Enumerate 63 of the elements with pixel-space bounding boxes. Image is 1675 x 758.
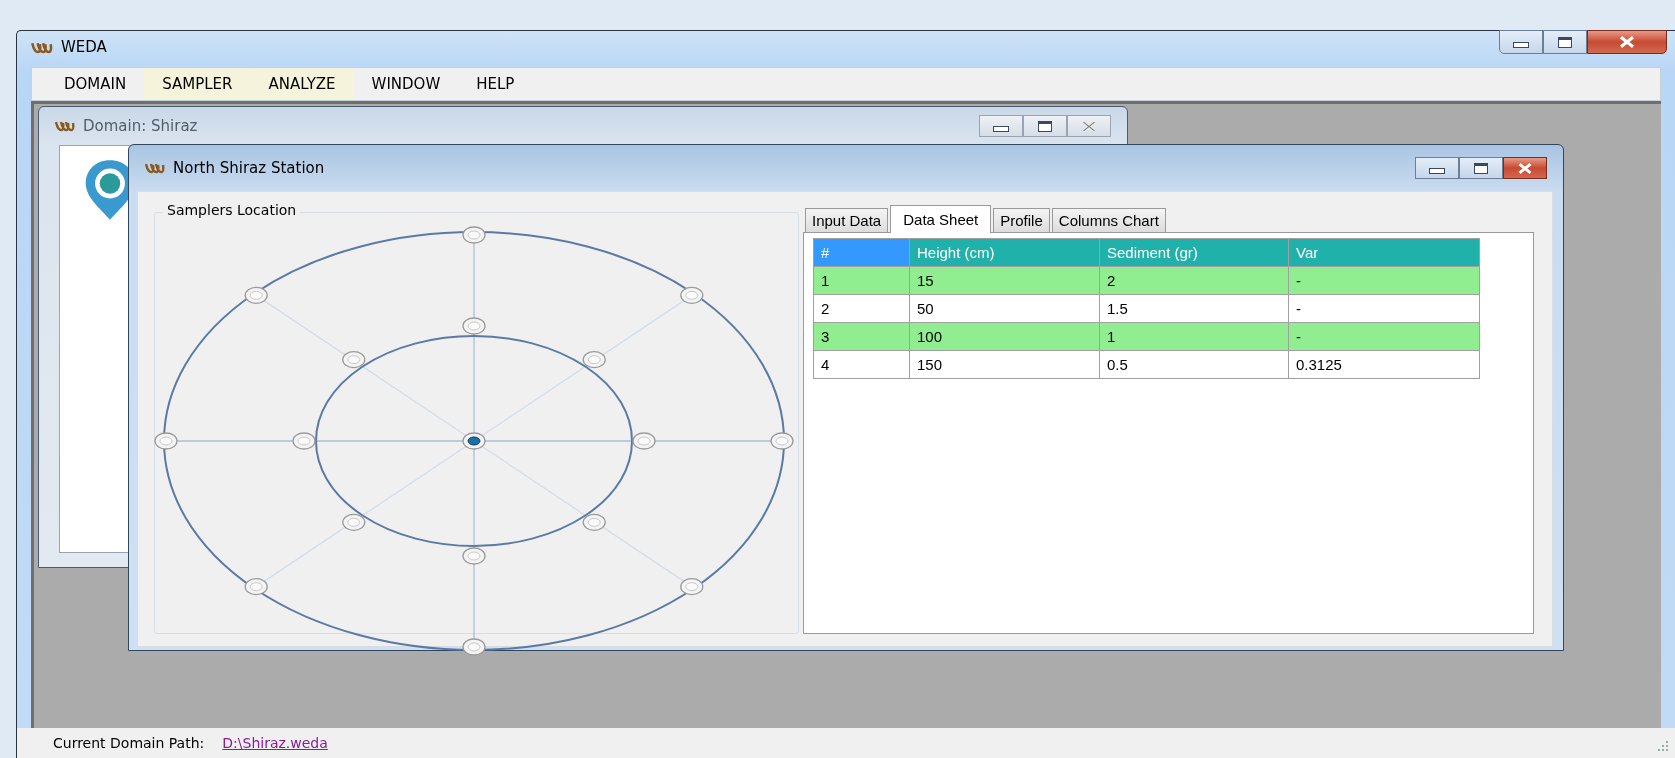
sampler-radio[interactable] — [680, 578, 704, 596]
menu-item[interactable]: HELP — [458, 68, 533, 100]
table-cell: 15 — [909, 266, 1100, 295]
close-icon — [1081, 120, 1097, 132]
table-cell: 3 — [813, 322, 910, 351]
close-button[interactable] — [1503, 157, 1547, 179]
group-title: Samplers Location — [163, 202, 301, 218]
window-title: WEDA — [61, 38, 107, 56]
close-icon — [1618, 36, 1636, 48]
table-cell: 1.5 — [1099, 294, 1289, 323]
app-logo-icon — [145, 162, 165, 174]
menu-item[interactable]: ANALYZE — [250, 68, 354, 100]
tab[interactable]: Input Data — [805, 208, 889, 232]
sampler-radio[interactable] — [680, 286, 704, 304]
table-cell: 4 — [813, 350, 910, 379]
table-cell: 0.3125 — [1288, 350, 1480, 379]
table-cell: 1 — [1099, 322, 1289, 351]
tab[interactable]: Data Sheet — [890, 205, 992, 233]
maximize-button[interactable] — [1459, 157, 1503, 179]
sampler-radio[interactable] — [292, 432, 316, 450]
resize-grip-icon — [1657, 740, 1669, 752]
sampler-radio[interactable] — [342, 513, 366, 531]
sampler-radio[interactable] — [462, 226, 486, 244]
table-cell: 150 — [909, 350, 1100, 379]
sampler-radio[interactable] — [770, 432, 794, 450]
sampler-radio[interactable] — [462, 432, 486, 450]
app-logo-icon — [31, 40, 53, 54]
sampler-radio[interactable] — [632, 432, 656, 450]
app-logo-icon — [55, 120, 75, 132]
sampler-radio[interactable] — [154, 432, 178, 450]
sampler-radio[interactable] — [582, 351, 606, 369]
sampler-radio[interactable] — [244, 578, 268, 596]
window-title: Domain: Shiraz — [83, 117, 198, 135]
menu-item[interactable]: WINDOW — [353, 68, 459, 100]
sampler-radio[interactable] — [462, 547, 486, 565]
minimize-button[interactable] — [1415, 157, 1459, 179]
sampler-radio[interactable] — [582, 513, 606, 531]
table-cell: 2 — [813, 294, 910, 323]
close-button[interactable] — [1587, 30, 1667, 54]
minimize-button[interactable] — [1499, 30, 1543, 54]
maximize-button[interactable] — [1543, 30, 1587, 54]
path-link[interactable]: D:\Shiraz.weda — [222, 735, 328, 751]
table-cell: 2 — [1099, 266, 1289, 295]
menu-item[interactable]: DOMAIN — [46, 68, 145, 100]
status-label: Current Domain Path: — [53, 735, 205, 751]
menu-item[interactable]: SAMPLER — [144, 68, 251, 100]
table-cell: - — [1288, 322, 1480, 351]
table-cell: 50 — [909, 294, 1100, 323]
sampler-radio[interactable] — [462, 638, 486, 656]
table-cell: - — [1288, 294, 1480, 323]
table-cell: 100 — [909, 322, 1100, 351]
sampler-radio[interactable] — [244, 286, 268, 304]
maximize-button[interactable] — [1023, 115, 1067, 137]
sampler-radio[interactable] — [462, 317, 486, 335]
tab[interactable]: Profile — [993, 208, 1050, 232]
tab[interactable]: Columns Chart — [1051, 208, 1166, 232]
sampler-radio[interactable] — [342, 351, 366, 369]
minimize-button[interactable] — [979, 115, 1023, 137]
table-cell: - — [1288, 266, 1480, 295]
window-title: North Shiraz Station — [173, 159, 325, 177]
table-cell: 0.5 — [1099, 350, 1289, 379]
table-cell: 1 — [813, 266, 910, 295]
close-icon — [1517, 162, 1533, 174]
